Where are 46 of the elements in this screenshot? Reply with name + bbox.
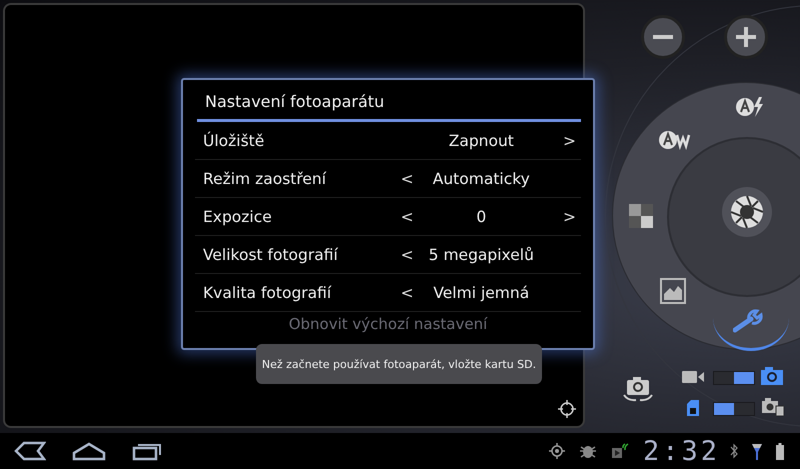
setting-value: Zapnout [448, 132, 515, 150]
location-icon [548, 443, 565, 459]
previous-arrow[interactable]: < [396, 246, 419, 264]
switch-camera-icon[interactable] [622, 375, 654, 403]
checker-grid-icon[interactable] [629, 204, 653, 228]
previous-arrow[interactable]: < [396, 208, 419, 226]
zoom-out-button[interactable] [641, 15, 685, 59]
toast-message: Než začnete používat fotoaparát, vložte kartu SD. [256, 344, 542, 384]
wrench-icon[interactable] [733, 309, 763, 333]
reset-settings-item[interactable]: Obnovit výchozí nastavení [288, 315, 488, 333]
sd-card-icon [687, 400, 699, 416]
signal-icon [752, 442, 762, 460]
plus-icon [736, 27, 756, 47]
setting-label: Velikost fotografií [202, 246, 339, 264]
back-icon[interactable] [12, 441, 46, 461]
clock: 2:32 [642, 436, 720, 466]
home-icon[interactable] [72, 441, 106, 461]
setting-value: Automaticky [432, 170, 531, 188]
video-camera-icon [682, 370, 704, 384]
auto-wb-icon[interactable] [658, 130, 692, 150]
minus-icon [653, 35, 673, 39]
setting-value: 5 megapixelů [428, 246, 535, 264]
auto-flash-icon[interactable] [735, 96, 765, 118]
camera-icon [761, 367, 783, 385]
recent-apps-icon[interactable] [132, 441, 162, 461]
dialog-title: Nastavení fotoaparátu [204, 91, 386, 113]
setting-value: Velmi jemná [432, 284, 530, 302]
previous-arrow[interactable]: < [396, 170, 419, 188]
setting-label: Kvalita fotografií [202, 284, 332, 302]
camera-memory-icon [762, 398, 784, 416]
image-icon[interactable] [660, 278, 686, 304]
next-arrow[interactable]: > [558, 208, 581, 226]
setting-label: Expozice [202, 208, 273, 226]
storage-switch[interactable] [713, 402, 755, 416]
previous-arrow[interactable]: < [396, 284, 419, 302]
bug-icon [578, 443, 597, 459]
next-arrow[interactable]: > [558, 132, 581, 150]
battery-icon [776, 442, 784, 460]
zoom-in-button[interactable] [724, 15, 768, 59]
setting-label: Úložiště [202, 132, 266, 150]
setting-label: Režim zaostření [202, 170, 328, 188]
crosshair-icon[interactable] [558, 400, 576, 418]
mode-switch[interactable] [713, 371, 755, 385]
media-icon [610, 443, 629, 459]
bluetooth-icon [730, 443, 738, 459]
setting-value: 0 [475, 208, 488, 226]
